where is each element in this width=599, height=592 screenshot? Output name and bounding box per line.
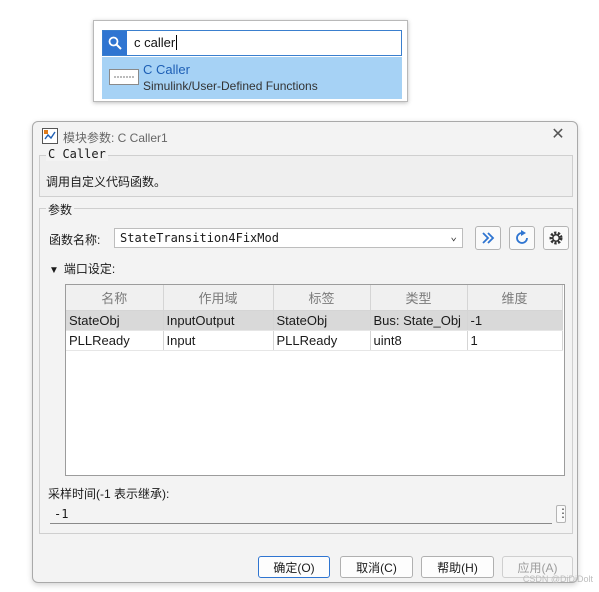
function-name-select[interactable]: StateTransition4FixMod ⌄	[114, 228, 463, 248]
block-thumbnail-icon	[109, 69, 139, 85]
dialog-titlebar[interactable]: 模块参数: C Caller1 ✕	[33, 122, 577, 150]
expanded-triangle-icon: ▼	[49, 265, 59, 276]
search-bar[interactable]: c caller	[102, 30, 402, 56]
cell-scope[interactable]: InputOutput	[163, 310, 274, 331]
block-description-text: 调用自定义代码函数。	[46, 175, 167, 189]
cell-label[interactable]: StateObj	[273, 310, 371, 331]
parameters-group: 参数 函数名称: StateTransition4FixMod ⌄ ▼ 端口设定…	[39, 201, 573, 534]
block-parameters-dialog: 模块参数: C Caller1 ✕ C Caller 调用自定义代码函数。 参数…	[32, 121, 578, 583]
search-icon[interactable]	[103, 31, 127, 55]
cell-type[interactable]: Bus: State_Obj	[370, 310, 468, 331]
more-options-icon[interactable]: ⋮	[556, 505, 569, 523]
cell-scope[interactable]: Input	[163, 330, 274, 351]
chevron-down-icon[interactable]: ⌄	[450, 230, 457, 243]
ok-button[interactable]: 确定(O)	[258, 556, 330, 578]
simulink-block-icon	[42, 128, 58, 144]
cell-size[interactable]: -1	[467, 310, 563, 331]
block-description-group: C Caller 调用自定义代码函数。	[39, 147, 573, 197]
cell-type[interactable]: uint8	[370, 330, 468, 351]
port-settings-toggle[interactable]: ▼ 端口设定:	[49, 260, 115, 277]
cell-label[interactable]: PLLReady	[273, 330, 371, 351]
port-settings-label: 端口设定:	[63, 262, 116, 276]
column-header-type[interactable]: 类型	[370, 285, 468, 311]
sample-time-label: 采样时间(-1 表示继承):	[48, 487, 170, 501]
column-header-name[interactable]: 名称	[66, 285, 164, 311]
function-name-value: StateTransition4FixMod	[120, 231, 279, 245]
watermark: CSDN @DiDiDolt	[522, 574, 593, 584]
gear-icon	[549, 231, 563, 245]
result-library-path: Simulink/User-Defined Functions	[143, 79, 318, 93]
cancel-button[interactable]: 取消(C)	[340, 556, 413, 578]
table-header-row: 名称 作用域 标签 类型 维度	[66, 285, 563, 311]
dialog-button-bar: 确定(O) 取消(C) 帮助(H) 应用(A)	[33, 556, 577, 580]
double-chevron-right-icon	[482, 232, 495, 244]
block-type-label: C Caller	[46, 147, 108, 161]
parameters-legend: 参数	[46, 201, 75, 218]
search-result-item[interactable]: C Caller Simulink/User-Defined Functions	[102, 57, 402, 99]
cell-size[interactable]: 1	[467, 330, 563, 351]
block-search-popup: c caller C Caller Simulink/User-Defined …	[93, 20, 408, 102]
table-row[interactable]: StateObj InputOutput StateObj Bus: State…	[66, 310, 563, 331]
column-header-size[interactable]: 维度	[467, 285, 563, 311]
close-icon[interactable]: ✕	[549, 126, 567, 144]
help-button[interactable]: 帮助(H)	[421, 556, 494, 578]
go-to-source-button[interactable]	[475, 226, 501, 250]
column-header-scope[interactable]: 作用域	[163, 285, 274, 311]
port-table: 名称 作用域 标签 类型 维度 StateObj InputOutput Sta…	[65, 284, 565, 476]
result-title: C Caller	[143, 62, 190, 77]
table-row[interactable]: PLLReady Input PLLReady uint8 1	[66, 330, 563, 351]
refresh-icon	[516, 230, 528, 244]
search-input[interactable]: c caller	[134, 35, 178, 50]
dialog-title: 模块参数: C Caller1	[63, 131, 168, 145]
settings-button[interactable]	[543, 226, 569, 250]
column-header-label[interactable]: 标签	[273, 285, 371, 311]
sample-time-input[interactable]: -1	[50, 506, 552, 524]
cell-name[interactable]: StateObj	[66, 310, 164, 331]
refresh-button[interactable]	[509, 226, 535, 250]
cell-name[interactable]: PLLReady	[66, 330, 164, 351]
function-name-label: 函数名称:	[49, 233, 101, 247]
